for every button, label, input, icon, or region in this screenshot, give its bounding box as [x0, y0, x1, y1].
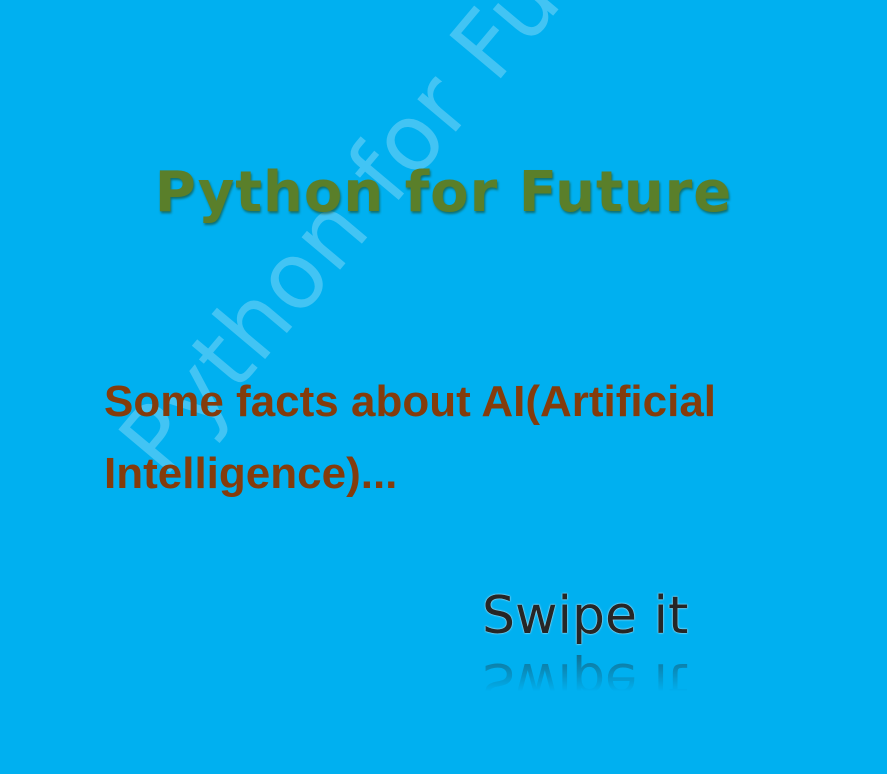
- slide: Python for Future Python for Future Some…: [0, 0, 887, 774]
- swipe-prompt: Swipe it: [482, 586, 689, 646]
- slide-title: Python for Future: [154, 160, 733, 225]
- facts-heading: Some facts about AI(Artificial Intellige…: [104, 366, 804, 510]
- swipe-prompt-reflection: Swipe it: [482, 651, 689, 711]
- facts-heading-line-1: Some facts about AI(Artificial: [104, 377, 717, 426]
- facts-heading-line-2: Intelligence)...: [104, 449, 398, 498]
